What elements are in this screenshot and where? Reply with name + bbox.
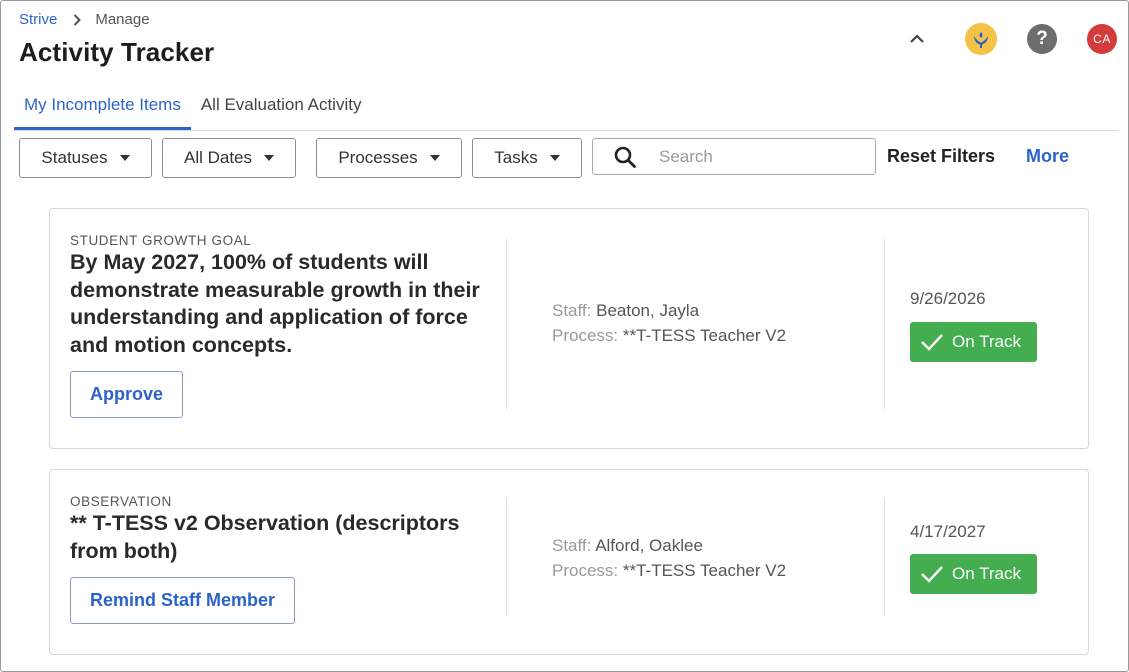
card-meta: Staff: Alford, Oaklee Process: **T-TESS …	[552, 533, 786, 583]
status-badge: On Track	[910, 554, 1037, 594]
processes-filter-dropdown[interactable]: Processes	[316, 138, 462, 178]
tab-all-evaluation-activity[interactable]: All Evaluation Activity	[191, 87, 372, 130]
breadcrumb: Strive Manage	[19, 11, 150, 28]
activity-card: OBSERVATION ** T-TESS v2 Observation (de…	[49, 469, 1089, 655]
remind-staff-member-button[interactable]: Remind Staff Member	[70, 577, 296, 624]
checkmark-icon	[921, 334, 943, 351]
due-date: 9/26/2026	[910, 289, 986, 308]
tasks-filter-label: Tasks	[494, 148, 538, 167]
avatar[interactable]: CA	[1087, 24, 1117, 54]
card-divider	[884, 498, 885, 616]
caret-down-icon	[119, 155, 130, 161]
dates-filter-dropdown[interactable]: All Dates	[162, 138, 296, 178]
page-title: Activity Tracker	[19, 37, 215, 67]
status-label: On Track	[952, 564, 1021, 583]
status-badge: On Track	[910, 322, 1037, 362]
tasks-filter-dropdown[interactable]: Tasks	[472, 138, 582, 178]
search-icon	[611, 143, 639, 171]
breadcrumb-current: Manage	[95, 11, 150, 28]
card-type-label: STUDENT GROWTH GOAL	[70, 233, 252, 248]
activity-card: STUDENT GROWTH GOAL By May 2027, 100% of…	[49, 208, 1089, 449]
staff-label: Staff:	[552, 536, 592, 555]
staff-name: Beaton, Jayla	[596, 301, 700, 320]
app-window: Strive Manage Activity Tracker ? CA My I…	[0, 0, 1129, 672]
status-label: On Track	[952, 332, 1021, 351]
more-filters-link[interactable]: More	[1026, 146, 1069, 167]
process-name: **T-TESS Teacher V2	[622, 326, 787, 345]
card-title: By May 2027, 100% of students will demon…	[70, 250, 480, 357]
chevron-right-icon	[73, 13, 82, 26]
breadcrumb-strive-link[interactable]: Strive	[19, 11, 57, 28]
reset-filters-button[interactable]: Reset Filters	[887, 146, 995, 167]
card-divider	[506, 498, 507, 616]
tab-bar: My Incomplete Items All Evaluation Activ…	[14, 87, 1118, 131]
app-logo-icon[interactable]	[965, 23, 997, 55]
statuses-filter-label: Statuses	[41, 148, 108, 167]
process-name: **T-TESS Teacher V2	[622, 561, 787, 580]
search-box	[592, 138, 876, 175]
checkmark-icon	[921, 566, 943, 583]
search-input[interactable]	[659, 146, 859, 167]
caret-down-icon	[549, 155, 560, 161]
card-title: ** T-TESS v2 Observation (descriptors fr…	[70, 511, 460, 563]
process-label: Process:	[552, 326, 619, 345]
caret-down-icon	[429, 155, 440, 161]
process-label: Process:	[552, 561, 619, 580]
processes-filter-label: Processes	[338, 148, 418, 167]
card-divider	[506, 239, 507, 409]
caret-down-icon	[264, 155, 275, 161]
help-icon[interactable]: ?	[1027, 24, 1057, 54]
collapse-button[interactable]	[901, 23, 933, 55]
card-divider	[884, 239, 885, 409]
statuses-filter-dropdown[interactable]: Statuses	[19, 138, 152, 178]
dates-filter-label: All Dates	[183, 148, 253, 167]
approve-button[interactable]: Approve	[70, 371, 184, 418]
due-date: 4/17/2027	[910, 522, 986, 541]
card-meta: Staff: Beaton, Jayla Process: **T-TESS T…	[552, 298, 786, 348]
card-type-label: OBSERVATION	[70, 494, 172, 509]
staff-name: Alford, Oaklee	[595, 536, 703, 555]
staff-label: Staff:	[552, 301, 592, 320]
tab-my-incomplete-items[interactable]: My Incomplete Items	[14, 87, 191, 130]
chevron-up-icon	[910, 34, 924, 43]
